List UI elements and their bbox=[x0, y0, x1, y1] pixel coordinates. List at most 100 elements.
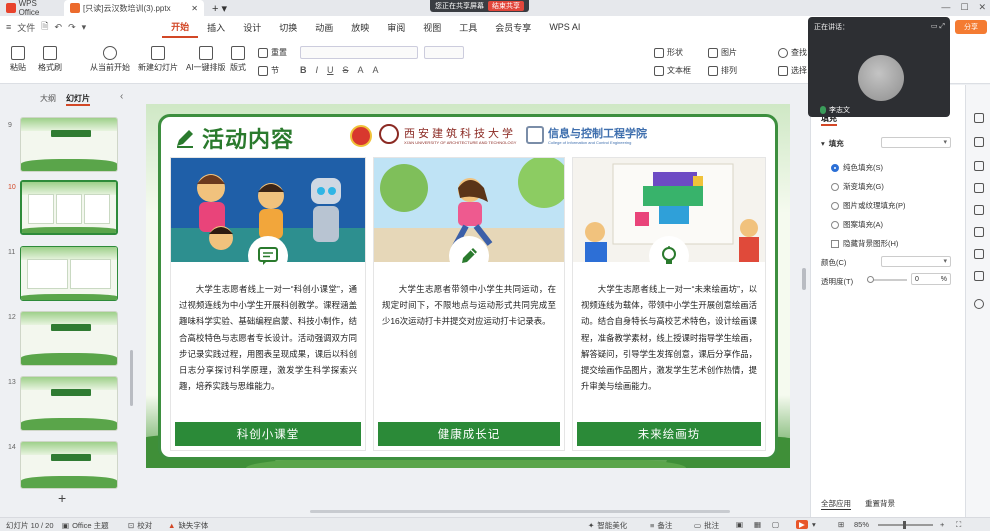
menu-item-view[interactable]: 视图 bbox=[414, 21, 450, 34]
slide-thumb-10[interactable] bbox=[20, 180, 118, 235]
reset-button[interactable]: 重置 bbox=[258, 47, 287, 58]
menu-item-tools[interactable]: 工具 bbox=[450, 21, 486, 34]
slide-thumb-14[interactable] bbox=[20, 441, 118, 489]
tools-icon[interactable] bbox=[974, 205, 984, 215]
fill-option-picture[interactable]: 图片或纹理填充(P) bbox=[831, 200, 906, 211]
zoom-fit-icon[interactable]: ⊞ bbox=[838, 520, 844, 529]
menu-item-member[interactable]: 会员专享 bbox=[486, 21, 540, 34]
fill-option-gradient[interactable]: 渐变填充(G) bbox=[831, 181, 884, 192]
activity-card[interactable]: 大学生志愿者线上一对一“未来绘画坊”，以视频连线为载体，带领中小学生开展创意绘画… bbox=[572, 157, 766, 451]
undo-icon[interactable]: ↶ bbox=[55, 22, 63, 33]
slider-handle[interactable] bbox=[867, 276, 874, 283]
minimize-icon[interactable]: — bbox=[941, 2, 950, 13]
new-slide-button[interactable]: 新建幻灯片 bbox=[138, 46, 178, 73]
reading-view-icon[interactable]: ▢ bbox=[772, 520, 779, 529]
share-icon[interactable] bbox=[974, 249, 984, 259]
normal-view-icon[interactable]: ▣ bbox=[736, 520, 743, 529]
notes-button[interactable]: ≡ 备注 bbox=[650, 520, 672, 531]
theme-button[interactable]: ▣ Office 主题 bbox=[62, 520, 109, 531]
hide-background-checkbox[interactable]: 隐藏背景图形(H) bbox=[831, 238, 898, 249]
ai-layout-button[interactable]: AI一键排版 bbox=[186, 46, 226, 73]
smart-beautify-button[interactable]: ✦ 智能美化 bbox=[588, 520, 627, 531]
transparency-slider[interactable] bbox=[867, 276, 907, 283]
highlight-icon[interactable]: A bbox=[373, 65, 379, 75]
underline-button[interactable]: U bbox=[327, 65, 334, 75]
zoom-in-icon[interactable]: + bbox=[940, 520, 944, 529]
popup-controls-icon[interactable]: ▭ ⤢ bbox=[931, 22, 945, 31]
more-tools-icon[interactable] bbox=[974, 271, 984, 281]
menu-item-wps-ai[interactable]: WPS AI bbox=[540, 22, 589, 32]
close-tab-icon[interactable]: ✕ bbox=[191, 4, 198, 13]
menu-item-start[interactable]: 开始 bbox=[162, 16, 199, 38]
textbox-button[interactable]: 文本框 bbox=[654, 65, 691, 76]
slide-thumb-13[interactable] bbox=[20, 376, 118, 431]
canvas-hscrollbar[interactable] bbox=[310, 510, 730, 513]
properties-icon[interactable] bbox=[974, 113, 984, 123]
more-icon[interactable]: ▾ bbox=[82, 22, 87, 33]
paste-button[interactable]: 粘贴 bbox=[10, 46, 26, 73]
play-slideshow-icon[interactable]: ▶ bbox=[796, 520, 808, 529]
save-icon[interactable]: 🗎 bbox=[41, 19, 48, 35]
help-icon[interactable] bbox=[974, 299, 984, 309]
slide[interactable]: 活动内容 西安建筑科技大学 XI'AN UNIVERSITY OF ARCHIT… bbox=[146, 104, 790, 468]
proofing-button[interactable]: ⊡ 校对 bbox=[128, 520, 152, 531]
activity-card[interactable]: 大学生志愿者带领中小学生共同运动，在规定时间下，不限地点与运动形式共同完成至少1… bbox=[373, 157, 565, 451]
menu-item-design[interactable]: 设计 bbox=[234, 21, 270, 34]
end-share-button[interactable]: 结束共享 bbox=[488, 1, 524, 11]
menu-item-animation[interactable]: 动画 bbox=[306, 21, 342, 34]
play-current-button[interactable]: 从当前开始 bbox=[90, 46, 130, 73]
play-menu-icon[interactable]: ▾ bbox=[812, 520, 816, 529]
activity-card[interactable]: 大学生志愿者线上一对一“科创小课堂”，通过视频连线为中小学生开展科创教学。课程涵… bbox=[170, 157, 366, 451]
menu-item-transition[interactable]: 切换 bbox=[270, 21, 306, 34]
font-size-select[interactable] bbox=[424, 46, 464, 59]
sorter-view-icon[interactable]: ▦ bbox=[754, 520, 761, 529]
copy-button[interactable]: 格式刷 bbox=[38, 46, 62, 73]
tab-home[interactable]: WPS Office bbox=[0, 0, 64, 17]
menu-item-slideshow[interactable]: 放映 bbox=[342, 21, 378, 34]
color-select[interactable]: ▾ bbox=[881, 256, 951, 267]
design-icon[interactable] bbox=[974, 137, 984, 147]
reset-background-button[interactable]: 重置背景 bbox=[865, 498, 895, 510]
strike-button[interactable]: S bbox=[343, 65, 349, 75]
section-button[interactable]: 节 bbox=[258, 65, 279, 76]
menu-item-insert[interactable]: 插入 bbox=[198, 21, 234, 34]
canvas-scrollbar[interactable] bbox=[802, 268, 806, 290]
fill-option-pattern[interactable]: 图案填充(A) bbox=[831, 219, 883, 230]
fill-type-select[interactable]: ▾ bbox=[881, 137, 951, 148]
font-family-select[interactable] bbox=[300, 46, 418, 59]
collapse-panel-icon[interactable]: ‹ bbox=[120, 91, 123, 102]
missing-font-button[interactable]: ▲ 缺失字体 bbox=[168, 520, 208, 531]
layout-button[interactable]: 版式 bbox=[230, 46, 246, 73]
comment-icon[interactable] bbox=[974, 227, 984, 237]
menu-item-review[interactable]: 审阅 bbox=[378, 21, 414, 34]
fill-option-solid[interactable]: 纯色填充(S) bbox=[831, 162, 883, 173]
redo-icon[interactable]: ↷ bbox=[68, 22, 76, 33]
bold-button[interactable]: B bbox=[300, 65, 307, 75]
apply-all-button[interactable]: 全部应用 bbox=[821, 498, 851, 510]
find-button[interactable]: 查找 bbox=[778, 47, 807, 58]
fit-window-icon[interactable]: ⛶ bbox=[956, 520, 961, 530]
copy-icon[interactable] bbox=[974, 161, 984, 171]
animation-icon[interactable] bbox=[974, 183, 984, 193]
slide-thumb-11[interactable] bbox=[20, 246, 118, 301]
tab-document[interactable]: [只读]云汉数培训(3).pptx ✕ bbox=[64, 0, 204, 16]
font-color-icon[interactable]: A bbox=[358, 65, 364, 75]
maximize-icon[interactable]: ☐ bbox=[960, 2, 968, 13]
add-slide-button[interactable]: + bbox=[58, 490, 66, 506]
slide-thumb-9[interactable] bbox=[20, 117, 118, 172]
picture-button[interactable]: 图片 bbox=[708, 47, 737, 58]
share-button[interactable]: 分享 bbox=[955, 20, 987, 34]
transparency-input[interactable]: 0 % bbox=[911, 273, 951, 285]
tab-outline[interactable]: 大纲 bbox=[40, 93, 56, 106]
zoom-slider[interactable] bbox=[878, 521, 933, 529]
italic-button[interactable]: I bbox=[316, 65, 319, 75]
shape-button[interactable]: 形状 bbox=[654, 47, 683, 58]
zoom-level[interactable]: 85% bbox=[854, 520, 869, 529]
new-tab-icon[interactable]: + ▾ bbox=[212, 2, 227, 15]
close-window-icon[interactable]: ✕ bbox=[978, 2, 986, 13]
tab-slides[interactable]: 幻灯片 bbox=[66, 93, 90, 106]
thumbnail-scrollbar[interactable] bbox=[130, 350, 133, 406]
select-button[interactable]: 选择 bbox=[778, 65, 807, 76]
fill-section-header[interactable]: ▾ 填充 bbox=[821, 138, 844, 149]
arrange-button[interactable]: 排列 bbox=[708, 65, 737, 76]
